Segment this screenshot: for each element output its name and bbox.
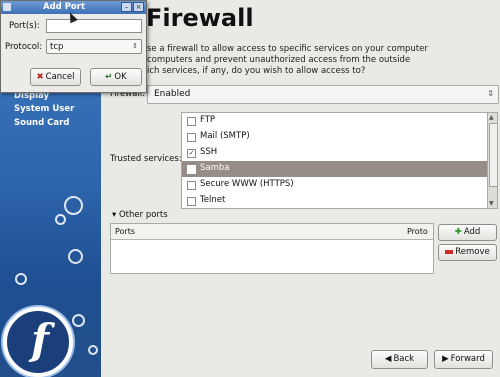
service-row-samba[interactable]: Samba (182, 161, 488, 177)
dialog-title: Add Port (43, 2, 86, 12)
back-arrow-icon: ◀ (384, 354, 392, 364)
service-label: Secure WWW (HTTPS) (200, 179, 294, 189)
ok-button[interactable]: ↵ OK (90, 68, 142, 86)
service-checkbox[interactable] (187, 165, 196, 174)
forward-arrow-icon: ▶ (442, 354, 449, 364)
port-input[interactable] (46, 19, 142, 33)
cancel-icon: ✖ (36, 72, 44, 82)
service-label: FTP (200, 115, 216, 125)
decor-bubble (88, 345, 98, 355)
triangle-down-icon: ▾ (112, 210, 117, 220)
service-checkbox[interactable] (187, 117, 196, 126)
other-ports-expander[interactable]: ▾ Other ports (112, 210, 168, 220)
service-checkbox-checked[interactable]: ✓ (187, 149, 196, 158)
decor-bubble (15, 273, 27, 285)
intro-text-line-2: computers and prevent unauthorized acces… (147, 55, 411, 65)
scroll-down-icon[interactable]: ▼ (489, 200, 494, 207)
service-row-ssh[interactable]: ✓ SSH (182, 145, 488, 161)
service-label: SSH (200, 147, 218, 157)
remove-button[interactable]: Remove (438, 244, 497, 261)
service-label: Telnet (200, 195, 226, 205)
cancel-label: Cancel (45, 72, 75, 82)
cancel-button[interactable]: ✖ Cancel (30, 68, 81, 86)
service-row-telnet[interactable]: Telnet (182, 193, 488, 208)
trusted-services-list[interactable]: FTP Mail (SMTP) ✓ SSH Samba Secure WWW (… (181, 112, 489, 209)
add-label: Add (463, 227, 481, 237)
ports-table[interactable]: Ports Proto (110, 223, 434, 274)
updown-arrows-icon: ⇕ (132, 42, 138, 50)
decor-bubble (55, 214, 66, 225)
protocol-value: tcp (50, 42, 64, 52)
column-header-ports[interactable]: Ports (115, 227, 135, 236)
service-checkbox[interactable] (187, 197, 196, 206)
protocol-label: Protocol: (5, 42, 43, 52)
scroll-up-icon[interactable]: ▲ (489, 114, 494, 121)
page-title: Firewall (146, 4, 254, 32)
sidebar-item-system-user: System User (14, 104, 75, 114)
ok-icon: ↵ (105, 72, 113, 82)
service-checkbox[interactable] (187, 181, 196, 190)
remove-label: Remove (455, 247, 490, 257)
intro-text-line-1: se a firewall to allow access to specifi… (147, 44, 428, 54)
protocol-select[interactable]: tcp ⇕ (46, 39, 142, 54)
add-button[interactable]: ✚ Add (438, 224, 497, 241)
column-header-proto[interactable]: Proto (407, 227, 428, 236)
service-row-smtp[interactable]: Mail (SMTP) (182, 129, 488, 145)
service-row-ftp[interactable]: FTP (182, 113, 488, 129)
forward-button[interactable]: ▶ Forward (434, 350, 493, 369)
decor-bubble (64, 196, 83, 215)
scrollbar-thumb[interactable] (489, 123, 498, 187)
service-label: Samba (200, 163, 230, 173)
minimize-icon[interactable]: – (121, 2, 132, 12)
sidebar-item-sound-card: Sound Card (14, 118, 70, 128)
other-ports-label: Other ports (118, 210, 168, 220)
decor-bubble (72, 314, 85, 327)
updown-arrows-icon: ⇕ (487, 89, 494, 98)
window-menu-icon[interactable] (3, 3, 11, 11)
back-label: Back (393, 354, 415, 364)
service-row-https[interactable]: Secure WWW (HTTPS) (182, 177, 488, 193)
forward-label: Forward (450, 354, 485, 364)
decor-bubble (68, 249, 83, 264)
ok-label: OK (114, 72, 127, 82)
ports-table-header: Ports Proto (111, 224, 433, 240)
service-label: Mail (SMTP) (200, 131, 250, 141)
trusted-services-label: Trusted services: (110, 154, 182, 164)
minus-icon (445, 249, 454, 254)
port-label: Port(s): (9, 21, 40, 31)
back-button[interactable]: ◀ Back (371, 350, 428, 369)
firewall-select[interactable]: Enabled ⇕ (147, 85, 499, 104)
service-checkbox[interactable] (187, 133, 196, 142)
intro-text-line-3: ich services, if any, do you wish to all… (147, 66, 366, 76)
plus-icon: ✚ (454, 227, 462, 237)
services-scrollbar[interactable]: ▲ ▼ (487, 112, 498, 209)
fedora-logo: f (3, 307, 73, 377)
firewall-value: Enabled (154, 89, 191, 99)
close-icon[interactable]: × (133, 2, 144, 12)
